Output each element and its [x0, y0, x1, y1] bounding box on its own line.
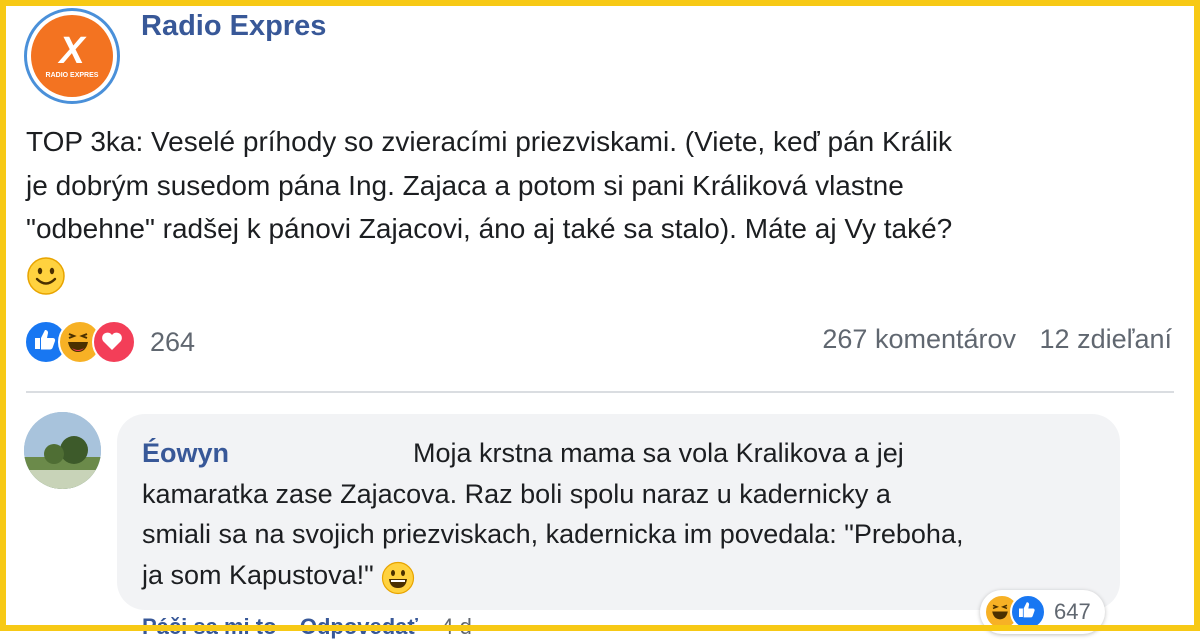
comments-count-link[interactable]: 267 komentárov	[822, 324, 1016, 354]
page-avatar[interactable]: X RADIO EXPRES	[24, 8, 120, 104]
svg-text:X: X	[57, 30, 87, 72]
post-text: TOP 3ka: Veselé príhody so zvieracími pr…	[26, 120, 1176, 296]
like-icon	[1010, 594, 1046, 630]
post-stats: 267 komentárov 12 zdieľaní	[822, 324, 1172, 355]
post-text-line: "odbehne" radšej k pánovi Zajacovi, áno …	[26, 213, 953, 244]
like-comment-link[interactable]: Páči sa mi to	[142, 614, 277, 639]
smiley-emoji-icon	[26, 251, 1176, 297]
grin-emoji-icon	[381, 556, 415, 597]
svg-text:RADIO EXPRES: RADIO EXPRES	[46, 72, 99, 79]
reply-link[interactable]: Odpovedať	[300, 614, 418, 639]
post-text-line: TOP 3ka: Veselé príhody so zvieracími pr…	[26, 126, 953, 157]
comment-text-line: kamaratka zase Zajacova. Raz boli spolu …	[142, 478, 891, 509]
comment-text: Éowyn Moja krstna mama sa vola Kralikova …	[142, 433, 1042, 597]
comment-time[interactable]: 4 d	[441, 614, 472, 639]
comment-text-line: Moja krstna mama sa vola Kralikova a jej	[413, 438, 904, 468]
comment-author[interactable]: Éowyn	[142, 438, 229, 468]
post-text-line: je dobrým susedom pána Ing. Zajaca a pot…	[26, 169, 904, 201]
comment-actions: Páči sa mi to · Odpovedať · 4 d	[142, 614, 472, 639]
comment-reaction-count: 647	[1054, 599, 1091, 624]
page-name[interactable]: Radio Expres	[141, 10, 326, 43]
reaction-count[interactable]: 264	[150, 327, 195, 358]
comment-reactions[interactable]: 647	[980, 590, 1105, 634]
shares-count-link[interactable]: 12 zdieľaní	[1040, 324, 1172, 354]
commenter-avatar[interactable]	[24, 412, 101, 489]
divider	[26, 391, 1174, 393]
comment-text-line: smiali sa na svojich priezviskach, kader…	[142, 519, 964, 549]
post-reactions[interactable]: 264	[24, 320, 195, 364]
comment-text-line: ja som Kapustova!"	[142, 559, 374, 590]
love-icon	[92, 320, 136, 364]
radio-expres-logo: X RADIO EXPRES	[31, 15, 113, 97]
